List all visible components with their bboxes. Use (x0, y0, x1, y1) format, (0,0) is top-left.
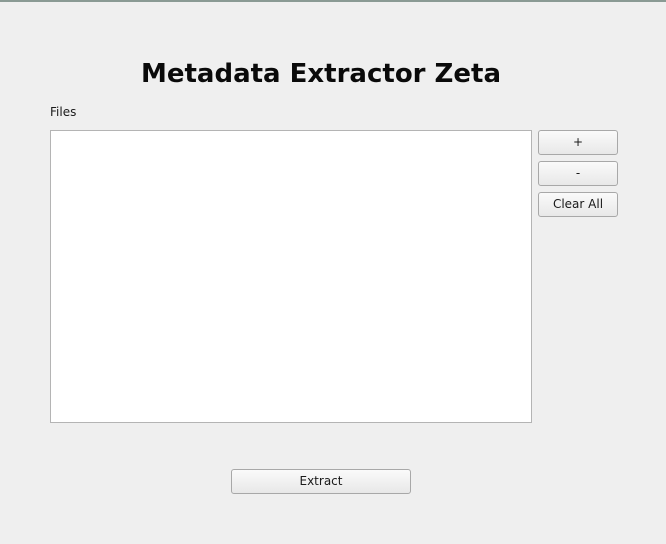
clear-all-button[interactable]: Clear All (538, 192, 618, 217)
extract-button[interactable]: Extract (231, 469, 411, 494)
remove-file-button[interactable]: - (538, 161, 618, 186)
add-file-button[interactable]: + (538, 130, 618, 155)
files-label: Files (50, 105, 77, 119)
window-top-border (0, 0, 666, 2)
file-list[interactable] (50, 130, 532, 423)
app-title: Metadata Extractor Zeta (140, 59, 502, 89)
